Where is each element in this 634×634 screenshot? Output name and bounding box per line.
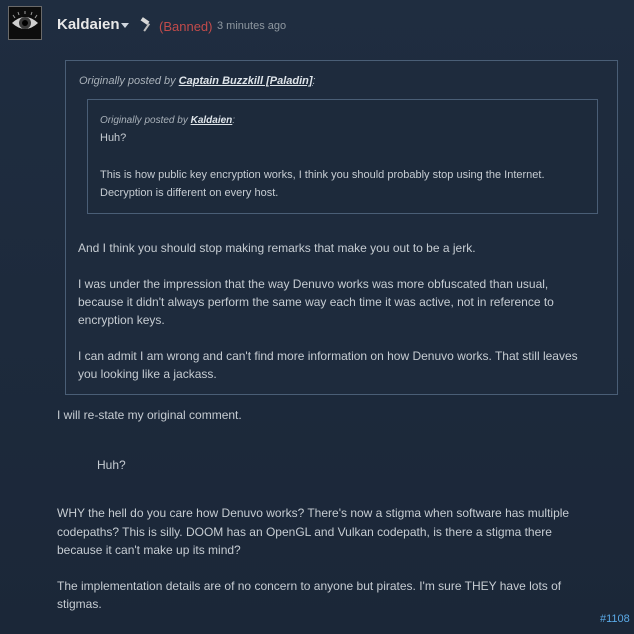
reply-quote-line: Huh? [97, 458, 126, 472]
chevron-down-icon[interactable] [121, 23, 129, 28]
quote-block: Originally posted by Captain Buzzkill [P… [65, 60, 618, 395]
nested-quote-prefix: Originally posted by [100, 115, 188, 126]
quote-paragraph-line: encryption keys. [78, 313, 165, 327]
nested-quote-line: Decryption is different on every host. [100, 187, 279, 199]
quote-paragraph: And I think you should stop making remar… [78, 241, 476, 255]
reply-line: The implementation details are of no con… [57, 579, 562, 593]
quote-paragraph-line: because it didn't always perform the sam… [78, 295, 554, 309]
reply-line: WHY the hell do you care how Denuvo work… [57, 506, 570, 520]
nested-quote-author-link[interactable]: Kaldaien [191, 115, 233, 126]
quote-paragraph-line: you looking like a jackass. [78, 367, 217, 381]
quote-paragraph-line: I was under the impression that the way … [78, 277, 549, 291]
post-number-link[interactable]: #1108 [600, 613, 630, 625]
nested-quote-line: Huh? [100, 132, 127, 144]
nested-quote-line: This is how public key encryption works,… [100, 169, 545, 181]
quote-header: Originally posted by Captain Buzzkill [P… [79, 75, 316, 87]
reply-line: stigmas. [57, 597, 102, 611]
reply-line: codepaths? This is silly. DOOM has an Op… [57, 525, 552, 539]
eye-icon [9, 7, 41, 39]
quote-author-link[interactable]: Captain Buzzkill [Paladin] [179, 75, 313, 87]
quote-prefix: Originally posted by [79, 75, 176, 87]
reply-line: I will re-state my original comment. [57, 408, 242, 422]
timestamp: 3 minutes ago [217, 20, 287, 32]
avatar[interactable] [8, 6, 42, 40]
comment: Kaldaien (Banned) 3 minutes ago Original… [0, 0, 634, 634]
nested-quote-header: Originally posted by Kaldaien: [100, 115, 236, 126]
hammer-icon [140, 17, 151, 32]
reply-line: because it can't make up its mind? [57, 543, 241, 557]
nested-quote-block: Originally posted by Kaldaien: Huh? This… [87, 99, 598, 214]
status-badge: (Banned) [159, 19, 213, 34]
quote-paragraph-line: I can admit I am wrong and can't find mo… [78, 349, 578, 363]
author-name[interactable]: Kaldaien [57, 16, 120, 33]
